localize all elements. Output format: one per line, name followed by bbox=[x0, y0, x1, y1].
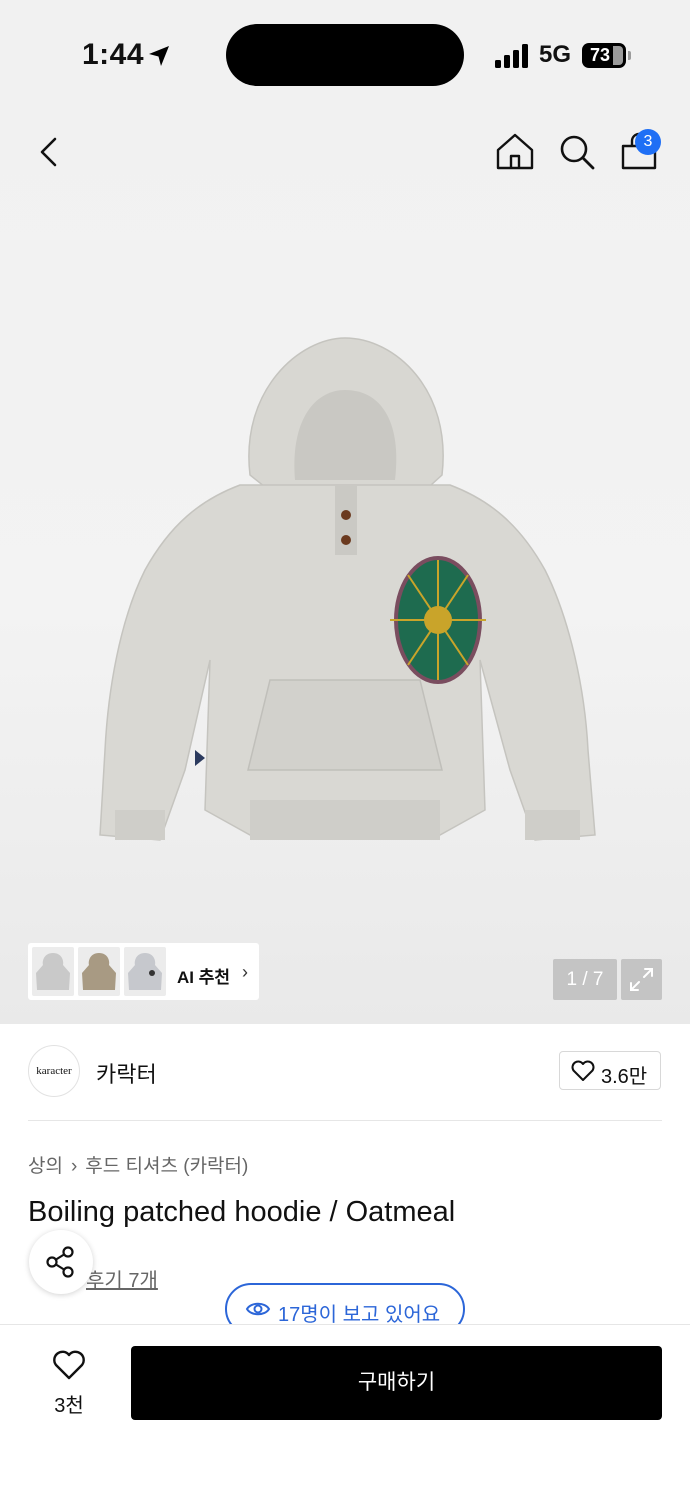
viewers-text: 17명이 보고 있어요 bbox=[278, 1304, 441, 1326]
brand-name[interactable]: 카락터 bbox=[96, 1057, 157, 1089]
recommendation-thumbnail[interactable] bbox=[32, 947, 74, 996]
status-bar: 1:44 5G 73 bbox=[0, 0, 690, 110]
chevron-right-icon: › bbox=[242, 962, 248, 982]
review-link[interactable]: 후기 7개 bbox=[86, 1264, 158, 1293]
dynamic-island bbox=[226, 24, 464, 86]
breadcrumb: 상의 › 후드 티셔츠 (카락터) bbox=[28, 1151, 248, 1178]
ai-recommendation-label: AI 추천 bbox=[177, 968, 231, 987]
breadcrumb-subcategory[interactable]: 후드 티셔츠 (카락터) bbox=[85, 1156, 248, 1177]
product-title: Boiling patched hoodie / Oatmeal bbox=[28, 1196, 456, 1228]
location-arrow-icon bbox=[149, 46, 169, 66]
status-time: 1:44 bbox=[82, 38, 145, 71]
brand-like-button[interactable]: 3.6만 bbox=[559, 1051, 661, 1090]
cart-count-badge: 3 bbox=[635, 129, 661, 155]
eye-icon bbox=[245, 1302, 271, 1316]
brand-logo[interactable]: karacter bbox=[28, 1045, 80, 1097]
brand-like-count: 3.6만 bbox=[601, 1066, 648, 1088]
cellular-signal-icon bbox=[495, 44, 528, 68]
battery-icon: 73 bbox=[582, 43, 626, 68]
chevron-right-icon: › bbox=[70, 1156, 78, 1177]
recommendation-thumbnail[interactable] bbox=[78, 947, 120, 996]
ai-recommendation-button[interactable]: AI 추천 › bbox=[28, 943, 259, 1000]
breadcrumb-category[interactable]: 상의 bbox=[28, 1156, 63, 1177]
heart-icon bbox=[571, 1060, 595, 1081]
wishlist-count: 3천 bbox=[54, 1395, 84, 1417]
wishlist-button[interactable]: 3천 bbox=[38, 1345, 100, 1419]
divider bbox=[28, 1120, 662, 1121]
expand-icon[interactable] bbox=[621, 959, 662, 1000]
battery-tip bbox=[628, 51, 631, 60]
battery-level: 73 bbox=[589, 45, 611, 65]
product-image[interactable] bbox=[90, 330, 600, 860]
search-icon[interactable] bbox=[555, 130, 599, 174]
image-page-counter: 1 / 7 bbox=[553, 959, 617, 1000]
share-icon bbox=[46, 1246, 74, 1278]
back-chevron-icon[interactable] bbox=[28, 131, 72, 175]
heart-icon bbox=[53, 1350, 85, 1380]
share-button[interactable] bbox=[29, 1230, 93, 1294]
buy-button[interactable]: 구매하기 bbox=[131, 1346, 662, 1420]
home-icon[interactable] bbox=[493, 130, 537, 174]
network-type: 5G bbox=[539, 41, 572, 68]
recommendation-thumbnail[interactable] bbox=[124, 947, 166, 996]
